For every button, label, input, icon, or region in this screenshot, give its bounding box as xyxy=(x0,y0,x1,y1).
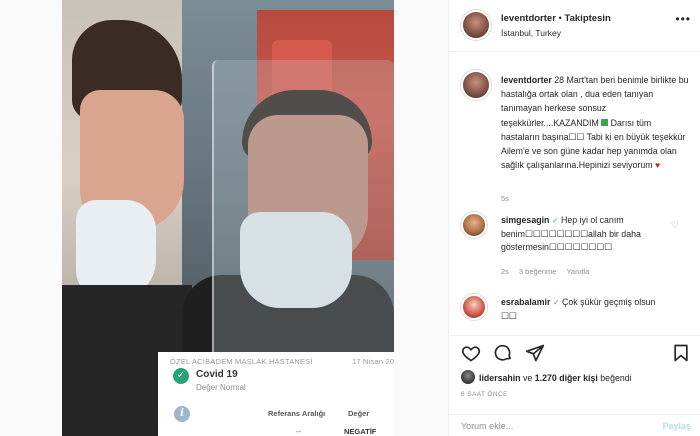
test-value: NEGATİF xyxy=(344,427,377,436)
header-separator: • xyxy=(558,13,562,24)
post-comment-button[interactable]: Paylaş xyxy=(662,421,691,431)
caption-avatar[interactable] xyxy=(461,70,491,100)
liker-username[interactable]: lidersahin xyxy=(479,373,521,383)
comment-username[interactable]: esrabalamir xyxy=(501,297,550,307)
card-header: ÖZEL ACIBADEM MASLAK HASTANESİ 17 Nisan … xyxy=(170,357,394,366)
caption-text: leventdorter 28 Mart'tan beri benimle bi… xyxy=(501,73,691,172)
more-dots-icon[interactable]: ••• xyxy=(675,12,691,26)
reply-button[interactable]: Yanıtla xyxy=(566,267,589,276)
comments-section: leventdorter 28 Mart'tan beri benimle bi… xyxy=(449,60,700,335)
hospital-name: ÖZEL ACIBADEM MASLAK HASTANESİ xyxy=(170,357,313,366)
avatar[interactable] xyxy=(461,10,491,40)
face-shield xyxy=(212,60,394,360)
post-time: 6 SAAT ÖNCE xyxy=(461,391,508,398)
result-date: 17 Nisan 2020 xyxy=(352,357,394,366)
follow-status[interactable]: Takiptesin xyxy=(565,13,611,24)
red-heart-icon: ♥ xyxy=(655,160,661,171)
header-username[interactable]: leventdorter xyxy=(501,13,556,24)
reference-range-value: -- xyxy=(296,427,302,436)
info-icon: i xyxy=(174,406,190,422)
likes-suffix: beğendi xyxy=(597,373,632,383)
comment-avatar[interactable] xyxy=(461,294,487,320)
comment-avatar[interactable] xyxy=(461,212,487,238)
caption-squares: ☐☐ xyxy=(568,131,585,142)
action-bar xyxy=(449,335,700,369)
test-name: Covid 19 xyxy=(196,369,238,380)
likes-summary: lidersahin ve 1.270 diğer kişi beğendi xyxy=(461,370,697,384)
post-media: ÖZEL ACIBADEM MASLAK HASTANESİ 17 Nisan … xyxy=(0,0,448,436)
comment-text: simgesagin ✓ Hep iyi ol canım benim☐☐☐☐☐… xyxy=(501,214,671,255)
test-status: Değer Normal xyxy=(196,383,246,392)
value-label: Değer xyxy=(348,409,370,418)
header-user-line: leventdorter • Takiptesin xyxy=(501,13,611,24)
reference-range-label: Referans Aralığı xyxy=(268,409,326,418)
heart-icon[interactable] xyxy=(461,343,481,363)
comment-input[interactable] xyxy=(461,419,631,433)
post-photo[interactable]: ÖZEL ACIBADEM MASLAK HASTANESİ 17 Nisan … xyxy=(62,0,394,436)
comment-likes[interactable]: 3 beğenme xyxy=(519,267,557,276)
share-icon[interactable] xyxy=(525,343,545,363)
test-result-card: ÖZEL ACIBADEM MASLAK HASTANESİ 17 Nisan … xyxy=(158,352,394,436)
post-header: leventdorter • Takiptesin İstanbul, Turk… xyxy=(449,0,700,52)
caption-username[interactable]: leventdorter xyxy=(501,75,552,85)
bookmark-icon[interactable] xyxy=(671,343,691,363)
comment-age: 2s xyxy=(501,267,509,276)
comment-icon[interactable] xyxy=(493,343,513,363)
post-location[interactable]: İstanbul, Turkey xyxy=(501,28,561,38)
likes-connector: ve xyxy=(520,373,535,383)
verified-badge-icon: ✓ xyxy=(552,298,560,307)
check-icon: ✓ xyxy=(173,368,189,384)
caption-age: 5s xyxy=(501,194,509,203)
comment-username[interactable]: simgesagin xyxy=(501,215,549,225)
verified-badge-icon: ✓ xyxy=(551,216,559,225)
heart-outline-icon[interactable]: ♡ xyxy=(671,220,679,231)
add-comment-bar: Paylaş xyxy=(449,414,700,436)
comment-text: esrabalamir ✓ Çok şükür geçmiş olsun ☐☐ xyxy=(501,296,671,323)
comment-meta: 2s 3 beğenme Yanıtla xyxy=(501,267,589,276)
likes-others[interactable]: 1.270 diğer kişi xyxy=(535,373,598,383)
liker-avatar[interactable] xyxy=(461,370,475,384)
post-side-panel: leventdorter • Takiptesin İstanbul, Turk… xyxy=(448,0,700,436)
